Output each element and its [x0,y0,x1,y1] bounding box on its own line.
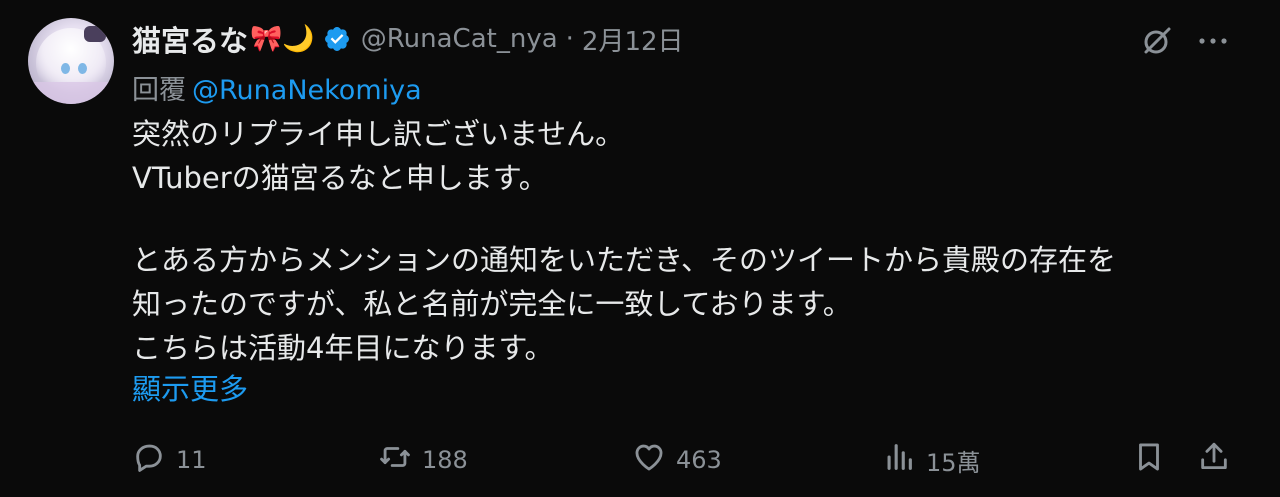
separator-dot: · [565,24,574,54]
like-count: 463 [676,446,722,474]
tweet-text-line: こちらは活動4年目になります。 [132,331,554,365]
reply-prefix: 回覆 [132,75,186,106]
bookmark-button[interactable] [1132,440,1166,480]
tweet-actions-bar: 11 188 463 15萬 [0,440,1280,480]
reply-icon [132,440,166,480]
tweet-text-line: VTuberの猫宮るなと申します。 [132,161,548,195]
more-dots-icon[interactable] [1196,24,1230,58]
heart-icon [632,440,666,480]
views-count: 15萬 [926,448,981,477]
views-button[interactable]: 15萬 [882,440,981,480]
grok-icon[interactable] [1140,24,1174,58]
tweet-text-line: 突然のリプライ申し訳ございません。 [132,117,625,151]
reply-button[interactable]: 11 [132,440,207,480]
retweet-icon [378,440,412,480]
show-more-link[interactable]: 顯示更多 [132,366,248,408]
avatar-eye-left [61,63,70,74]
avatar[interactable] [28,18,114,104]
reply-to-line: 回覆 @RunaNekomiya [132,68,422,107]
share-icon [1197,440,1231,480]
author-emojis: 🎀🌙 [250,24,315,54]
avatar-ribbon [84,26,106,42]
like-button[interactable]: 463 [632,440,722,480]
author-handle[interactable]: @RunaCat_nya [361,24,558,54]
avatar-eye-right [78,63,87,74]
retweet-count: 188 [422,446,468,474]
author-name[interactable]: 猫宮るな [132,18,248,60]
bookmark-icon [1132,440,1166,480]
share-button[interactable] [1197,440,1231,480]
tweet-date[interactable]: 2月12日 [582,21,684,58]
retweet-button[interactable]: 188 [378,440,468,480]
reply-count: 11 [176,446,207,474]
tweet-text-line: 知ったのですが、私と名前が完全に一致しております。 [132,287,852,321]
tweet-text-line: とある方からメンションの通知をいただき、そのツイートから貴殿の存在を [132,243,1116,277]
verified-badge-icon[interactable] [323,25,351,53]
reply-mention-link[interactable]: @RunaNekomiya [192,75,422,106]
views-chart-icon [882,440,916,480]
tweet-header: 猫宮るな 🎀🌙 @RunaCat_nya · 2月12日 [132,19,684,59]
avatar-clothes [28,82,114,104]
